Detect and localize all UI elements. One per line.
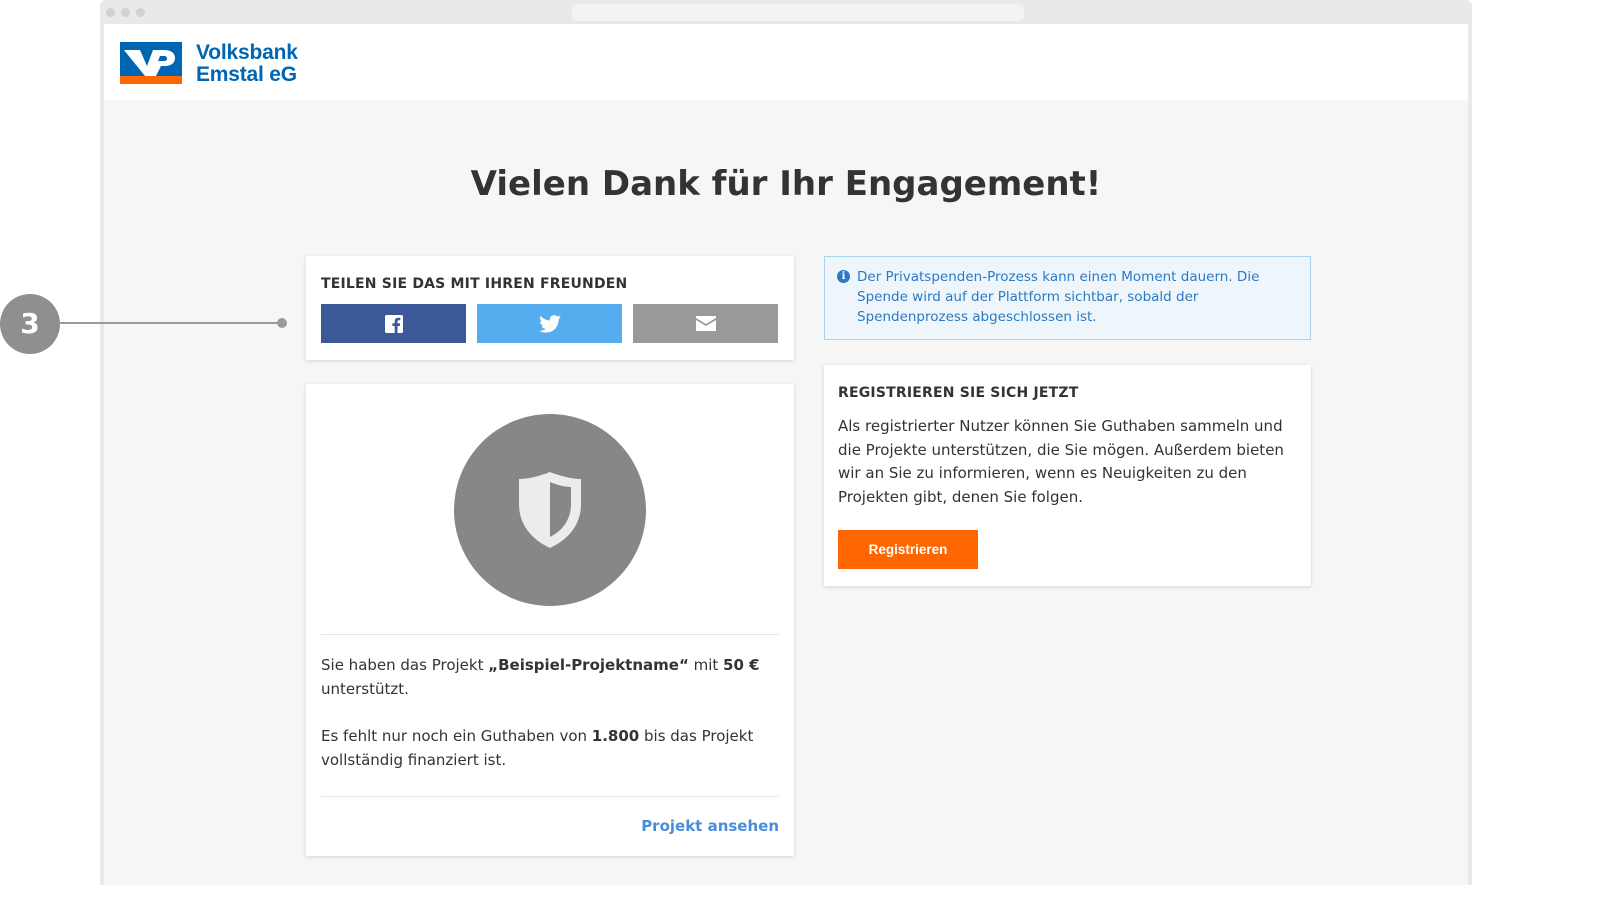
bank-name-line1: Volksbank xyxy=(196,41,298,64)
annotation-line xyxy=(58,322,282,324)
bank-name-line2: Emstal eG xyxy=(196,63,297,86)
window-dot[interactable] xyxy=(106,8,115,17)
info-alert: i Der Privatspenden-Prozess kann einen M… xyxy=(824,256,1311,340)
register-heading: REGISTRIEREN SIE SICH JETZT xyxy=(838,385,1079,401)
email-share-button[interactable] xyxy=(633,304,778,343)
share-card: TEILEN SIE DAS MIT IHREN FREUNDEN xyxy=(306,256,794,360)
window-dot[interactable] xyxy=(136,8,145,17)
project-image xyxy=(454,414,646,606)
facebook-share-button[interactable] xyxy=(321,304,466,343)
support-text-mid: mit xyxy=(688,656,724,674)
annotation-badge: 3 xyxy=(0,294,60,354)
support-text-suffix: unterstützt. xyxy=(321,680,409,698)
site-header: Volksbank Emstal eG xyxy=(104,24,1468,100)
shield-icon xyxy=(519,472,581,548)
twitter-share-button[interactable] xyxy=(477,304,622,343)
window-controls xyxy=(106,8,145,17)
project-summary: Sie haben das Projekt „Beispiel-Projektn… xyxy=(321,653,779,772)
register-button[interactable]: Registrieren xyxy=(838,530,978,569)
donation-amount: 50 € xyxy=(723,656,760,674)
facebook-icon xyxy=(384,314,403,333)
share-buttons xyxy=(321,304,779,343)
bank-name: Volksbank Emstal eG xyxy=(196,42,298,86)
bank-logo[interactable]: Volksbank Emstal eG xyxy=(120,42,298,86)
address-bar[interactable] xyxy=(572,4,1024,21)
envelope-icon xyxy=(695,316,716,331)
register-card: REGISTRIEREN SIE SICH JETZT Als registri… xyxy=(824,365,1311,586)
share-heading: TEILEN SIE DAS MIT IHREN FREUNDEN xyxy=(321,276,628,292)
remaining-text-prefix: Es fehlt nur noch ein Guthaben von xyxy=(321,727,592,745)
remaining-sentence: Es fehlt nur noch ein Guthaben von 1.800… xyxy=(321,724,779,772)
remaining-amount: 1.800 xyxy=(591,727,640,745)
page-title: Vielen Dank für Ihr Engagement! xyxy=(470,164,1102,204)
browser-window: Volksbank Emstal eG Vielen Dank für Ihr … xyxy=(100,0,1472,885)
divider xyxy=(321,796,779,797)
info-text: Der Privatspenden-Prozess kann einen Mom… xyxy=(857,269,1260,325)
view-project-link[interactable]: Projekt ansehen xyxy=(321,817,779,835)
info-icon: i xyxy=(837,270,850,283)
logo-mark-icon xyxy=(120,42,182,84)
window-dot[interactable] xyxy=(121,8,130,17)
twitter-icon xyxy=(538,314,561,333)
support-text-prefix: Sie haben das Projekt xyxy=(321,656,489,674)
project-name: „Beispiel-Projektname“ xyxy=(488,656,689,674)
support-sentence: Sie haben das Projekt „Beispiel-Projektn… xyxy=(321,653,779,701)
annotation-dot xyxy=(277,318,287,328)
register-text: Als registrierter Nutzer können Sie Guth… xyxy=(838,417,1284,506)
project-card: Sie haben das Projekt „Beispiel-Projektn… xyxy=(306,384,794,856)
page-viewport: Volksbank Emstal eG Vielen Dank für Ihr … xyxy=(104,24,1468,885)
divider xyxy=(321,634,779,635)
